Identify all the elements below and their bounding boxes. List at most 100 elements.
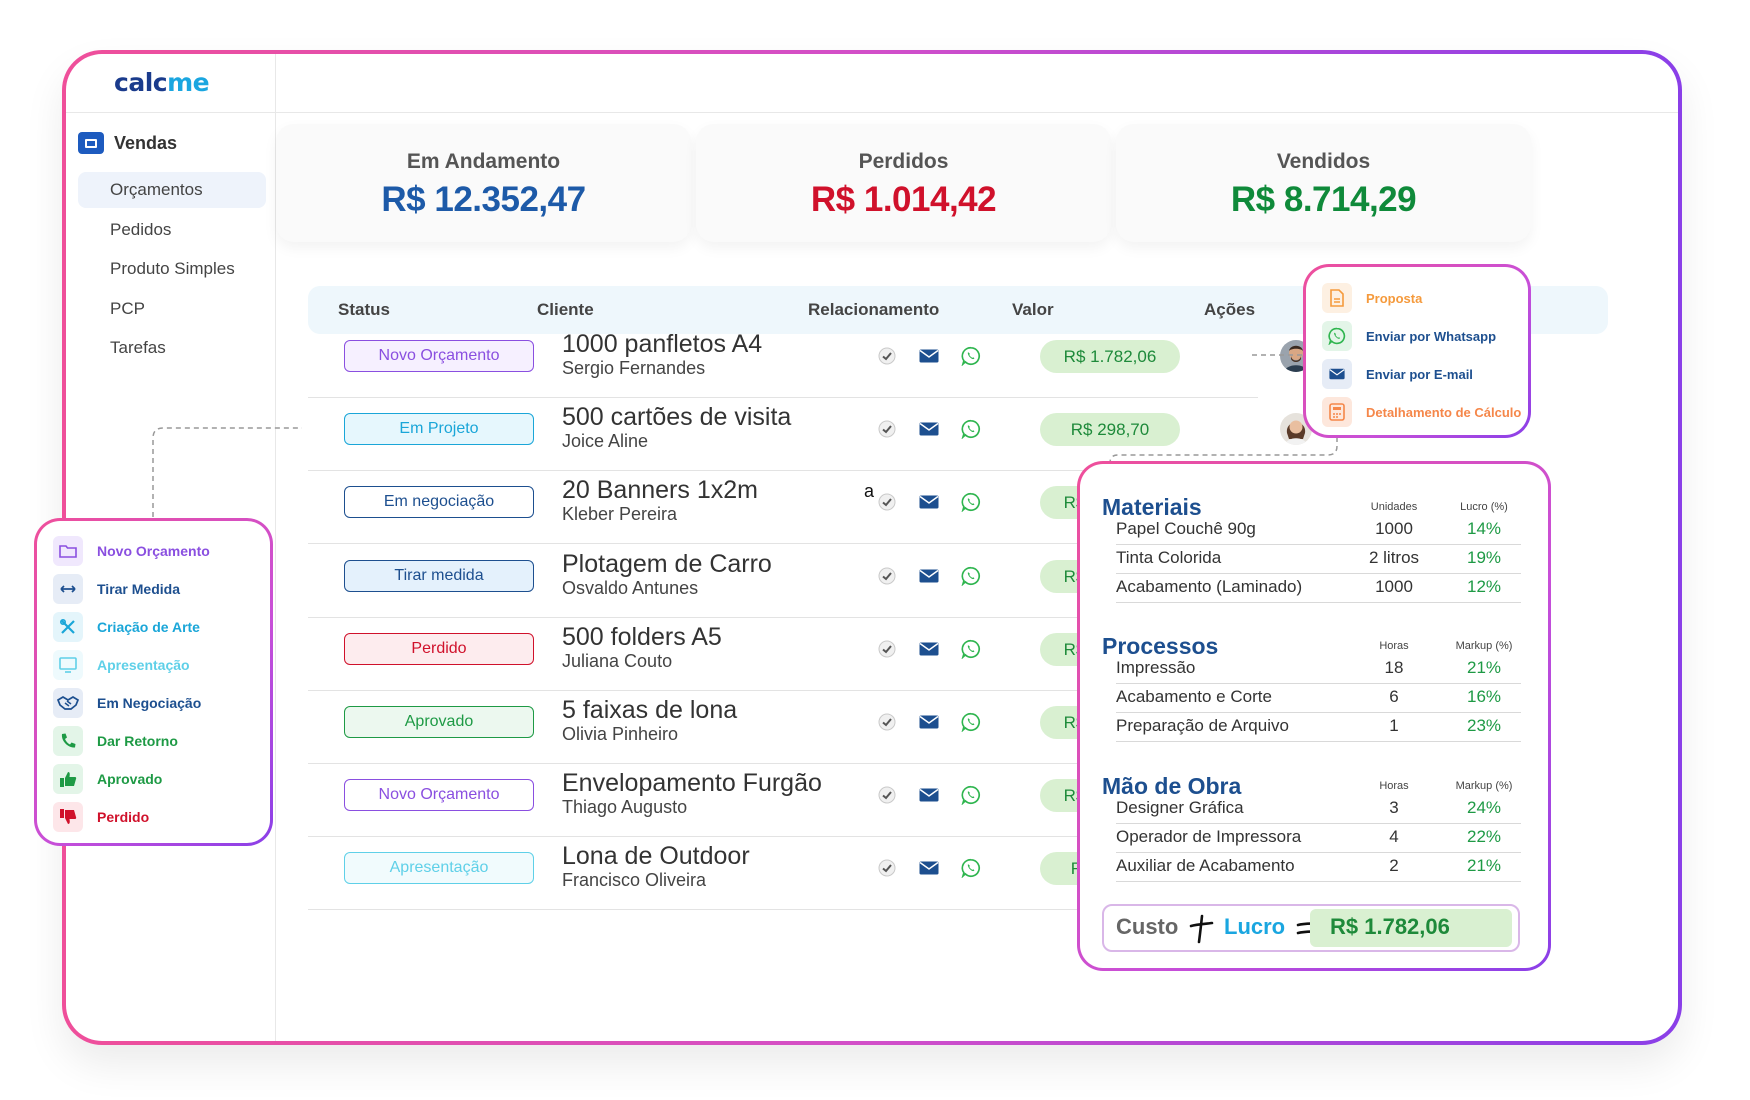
relationship-icons: a [864, 481, 982, 513]
status-menu-label: Perdido [97, 809, 150, 825]
whatsapp-icon[interactable] [960, 857, 982, 879]
status-badge[interactable]: Aprovado [344, 706, 534, 738]
product-name: 5 faixas de lona [562, 696, 738, 724]
status-menu-item[interactable]: Novo Orçamento [53, 536, 210, 566]
whatsapp-icon[interactable] [960, 638, 982, 660]
action-menu-item[interactable]: Detalhamento de Cálculo [1322, 397, 1521, 427]
logo: calcme [114, 68, 210, 97]
ruler-icon [53, 574, 83, 604]
mail-icon[interactable] [918, 784, 940, 806]
action-menu-item[interactable]: Enviar por Whatsapp [1322, 321, 1496, 351]
product-name: Plotagem de Carro [562, 550, 772, 578]
status-badge[interactable]: Novo Orçamento [344, 340, 534, 372]
nav-section-vendas[interactable]: Vendas [78, 132, 177, 154]
summary-card-value: R$ 12.352,47 [381, 180, 586, 219]
mail-icon[interactable] [918, 711, 940, 733]
status-menu-item[interactable]: Dar Retorno [53, 726, 178, 756]
calc-row: Acabamento (Laminado) 1000 12% [1116, 574, 1521, 603]
status-badge[interactable]: Perdido [344, 633, 534, 665]
col-header-valor[interactable]: Valor [1012, 300, 1054, 320]
sidebar-item[interactable]: Pedidos [78, 212, 266, 248]
whatsapp-icon[interactable] [960, 784, 982, 806]
check-icon[interactable] [876, 638, 898, 660]
mail-icon[interactable] [918, 638, 940, 660]
thumbs-down-icon [53, 802, 83, 832]
status-badge[interactable]: Em negociação [344, 486, 534, 518]
whatsapp-icon[interactable] [960, 565, 982, 587]
relationship-icons [876, 345, 982, 367]
action-menu-label: Proposta [1366, 290, 1423, 306]
product-name: Lona de Outdoor [562, 842, 750, 870]
check-icon[interactable] [876, 857, 898, 879]
status-menu-label: Aprovado [97, 771, 163, 787]
status-badge[interactable]: Tirar medida [344, 560, 534, 592]
check-icon[interactable] [876, 784, 898, 806]
calc-item-name: Operador de Impressora [1116, 827, 1302, 846]
status-menu-item[interactable]: Perdido [53, 802, 149, 832]
status-menu-item[interactable]: Apresentação [53, 650, 190, 680]
client-name: Joice Aline [562, 431, 649, 451]
summary-card-title: Vendidos [1276, 150, 1371, 173]
summary-card-title: Perdidos [858, 150, 949, 173]
whatsapp-icon [1322, 321, 1352, 351]
calc-item-name: Acabamento e Corte [1116, 687, 1272, 706]
relationship-icons [876, 418, 982, 440]
summary-card: Perdidos R$ 1.014,42 [696, 124, 1111, 242]
sidebar-item[interactable]: Orçamentos [78, 172, 266, 208]
check-icon[interactable] [876, 491, 898, 513]
monitor-icon [53, 650, 83, 680]
table-row[interactable]: Novo Orçamento 1000 panfletos A4 Sergio Fe… [308, 318, 1448, 398]
whatsapp-icon[interactable] [960, 345, 982, 367]
check-icon[interactable] [876, 418, 898, 440]
whatsapp-icon[interactable] [960, 491, 982, 513]
product-name: 1000 panfletos A4 [562, 330, 763, 358]
status-menu-item[interactable]: Aprovado [53, 764, 162, 794]
status-badge[interactable]: Novo Orçamento [344, 779, 534, 811]
calc-row: Acabamento e Corte 6 16% [1116, 684, 1521, 713]
col-header-status[interactable]: Status [338, 300, 390, 320]
whatsapp-icon[interactable] [960, 418, 982, 440]
client-name: Sergio Fernandes [562, 358, 706, 378]
document-icon [1322, 283, 1352, 313]
check-icon[interactable] [876, 345, 898, 367]
mail-icon[interactable] [918, 491, 940, 513]
value-pill: R$ 1.782,06 [1040, 340, 1180, 373]
status-badge[interactable]: Em Projeto [344, 413, 534, 445]
sidebar-item[interactable]: Tarefas [78, 330, 266, 366]
status-menu-label: Dar Retorno [97, 733, 178, 749]
calc-row: Tinta Colorida 2 litros 19% [1116, 545, 1521, 574]
relationship-icons [876, 784, 982, 806]
summary-card: Vendidos R$ 8.714,29 [1116, 124, 1531, 242]
status-menu-item[interactable]: Em Negociação [53, 688, 201, 718]
mail-icon[interactable] [918, 857, 940, 879]
sidebar-item[interactable]: PCP [78, 291, 266, 327]
sidebar-item[interactable]: Produto Simples [78, 251, 266, 287]
whatsapp-icon[interactable] [960, 711, 982, 733]
mail-icon[interactable] [918, 345, 940, 367]
calc-item-name: Designer Gráfica [1116, 798, 1244, 817]
col-header-relacionamento[interactable]: Relacionamento [808, 300, 939, 320]
thumbs-up-icon [53, 764, 83, 794]
col-header-acoes[interactable]: Ações [1204, 300, 1255, 320]
relationship-icons [876, 857, 982, 879]
col-header-cliente[interactable]: Cliente [537, 300, 594, 320]
mail-icon[interactable] [918, 418, 940, 440]
status-badge[interactable]: Apresentação [344, 852, 534, 884]
mail-icon[interactable] [918, 565, 940, 587]
check-icon[interactable] [876, 565, 898, 587]
status-menu-item[interactable]: Criação de Arte [53, 612, 200, 642]
action-menu-item[interactable]: Enviar por E-mail [1322, 359, 1473, 389]
client-name: Thiago Augusto [562, 797, 688, 817]
status-menu-label: Tirar Medida [97, 581, 180, 597]
check-icon[interactable] [876, 711, 898, 733]
status-menu-label: Em Negociação [97, 695, 202, 711]
action-menu-item[interactable]: Proposta [1322, 283, 1422, 313]
divider [276, 112, 1678, 113]
table-row[interactable]: Em Projeto 500 cartões de visita Joice Ali… [308, 391, 1437, 471]
status-menu-item[interactable]: Tirar Medida [53, 574, 180, 604]
calc-item-name: Tinta Colorida [1116, 548, 1222, 567]
client-name: Francisco Oliveira [562, 870, 707, 890]
calc-item-name: Papel Couchê 90g [1116, 519, 1256, 538]
status-menu-label: Criação de Arte [97, 619, 200, 635]
summary-card-title: Em Andamento [406, 150, 561, 173]
